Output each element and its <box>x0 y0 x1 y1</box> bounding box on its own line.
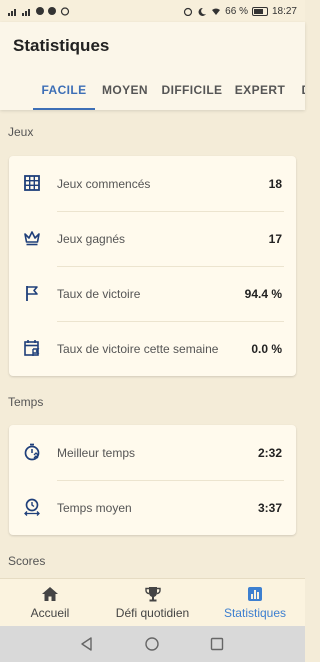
stat-row-meilleur-temps: Meilleur temps 2:32 <box>9 425 296 480</box>
bottom-navigation: Accueil Défi quotidien Statistiques <box>0 578 305 627</box>
tab-difficile[interactable]: DIFFICILE <box>160 74 224 110</box>
status-icons-left <box>8 6 70 16</box>
stat-label: Meilleur temps <box>57 446 136 460</box>
stat-row-temps-moyen: Temps moyen 3:37 <box>9 480 296 535</box>
card-jeux: Jeux commencés 18 Jeux gagnés 17 Taux de… <box>9 156 296 376</box>
clock-arrows-icon <box>24 498 40 516</box>
nav-defi-quotidien[interactable]: Défi quotidien <box>100 579 205 627</box>
recents-square-icon[interactable] <box>209 636 225 652</box>
signal-icon-2 <box>22 8 30 16</box>
stat-value: 3:37 <box>257 501 282 515</box>
notification-icon <box>48 7 56 15</box>
stat-value: 18 <box>268 177 282 191</box>
difficulty-tabs: FACILE MOYEN DIFFICILE EXPERT D <box>0 74 305 110</box>
moon-icon <box>198 7 207 16</box>
tab-moyen[interactable]: MOYEN <box>97 74 153 110</box>
back-icon[interactable] <box>79 636 95 652</box>
signal-icon <box>8 8 16 16</box>
status-icons-right: 66 % 18:27 <box>183 6 297 17</box>
stat-row-jeux-commences: Jeux commencés 18 <box>9 156 296 211</box>
card-temps: Meilleur temps 2:32 Temps moyen 3:37 <box>9 425 296 535</box>
crown-icon <box>24 231 40 246</box>
stat-label: Jeux gagnés <box>57 232 126 246</box>
section-title-scores: Scores <box>8 554 46 568</box>
tab-facile[interactable]: FACILE <box>33 74 95 110</box>
stat-row-jeux-gagnes: Jeux gagnés 17 <box>9 211 296 266</box>
tab-expert[interactable]: EXPERT <box>232 74 288 110</box>
system-navigation-bar <box>0 626 305 662</box>
section-title-jeux: Jeux <box>8 125 34 139</box>
tab-next-partial[interactable]: D <box>300 74 305 110</box>
status-bar: 66 % 18:27 <box>0 0 305 22</box>
home-circle-icon[interactable] <box>144 636 160 652</box>
nav-label: Accueil <box>30 606 70 620</box>
stat-label: Jeux commencés <box>57 177 151 191</box>
clock: 18:27 <box>271 5 297 17</box>
home-icon <box>42 587 58 601</box>
stat-label: Temps moyen <box>57 501 132 515</box>
app-bar: Statistiques FACILE MOYEN DIFFICILE EXPE… <box>0 22 305 110</box>
stat-label: Taux de victoire <box>57 287 141 301</box>
nav-label: Défi quotidien <box>115 606 190 620</box>
grid-icon <box>24 175 40 191</box>
stat-value: 2:32 <box>257 446 282 460</box>
stat-row-taux-victoire: Taux de victoire 94.4 % <box>9 266 296 321</box>
battery-percent: 66 % <box>225 5 248 17</box>
stat-row-taux-victoire-semaine: Taux de victoire cette semaine 0.0 % <box>9 321 296 376</box>
messenger-icon <box>36 7 44 15</box>
stat-label: Taux de victoire cette semaine <box>57 342 219 356</box>
nav-label: Statistiques <box>223 606 287 620</box>
stat-value: 0.0 % <box>251 342 282 356</box>
nav-accueil[interactable]: Accueil <box>0 579 100 627</box>
stat-value: 94.4 % <box>244 287 282 301</box>
alarm-icon <box>184 7 193 16</box>
bar-chart-icon <box>248 587 262 601</box>
android-icon <box>60 6 70 16</box>
wifi-icon <box>212 8 221 15</box>
section-title-temps: Temps <box>8 395 44 409</box>
flag-icon <box>26 286 38 301</box>
battery-icon <box>251 6 268 16</box>
stat-value: 17 <box>268 232 282 246</box>
nav-statistiques[interactable]: Statistiques <box>205 579 305 627</box>
calendar-flag-icon <box>24 340 40 356</box>
stopwatch-icon <box>24 443 40 461</box>
trophy-icon <box>144 587 161 602</box>
page-title: Statistiques <box>13 36 110 55</box>
